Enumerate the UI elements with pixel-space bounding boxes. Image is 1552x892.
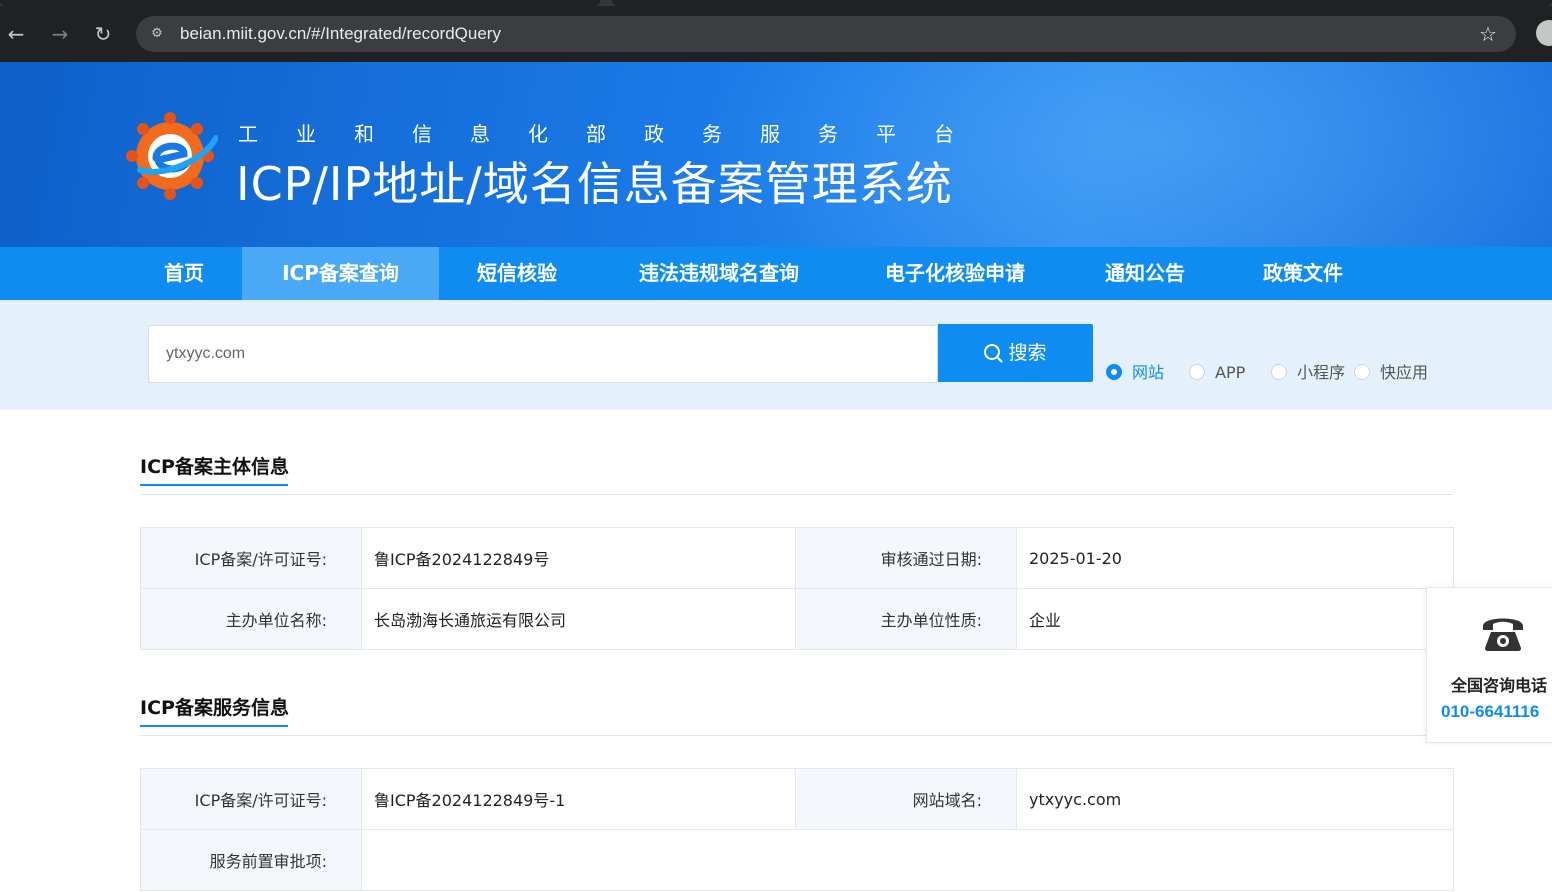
value-approval-date: 2025-01-20 — [1016, 527, 1454, 589]
profile-avatar[interactable] — [1536, 20, 1552, 46]
radio-quick-app[interactable]: 快应用 — [1354, 362, 1428, 384]
radio-quick-app-label: 快应用 — [1380, 363, 1429, 382]
browser-tab-active[interactable] — [0, 0, 600, 6]
search-button-label: 搜索 — [1008, 342, 1047, 364]
label-pre-approval-items: 服务前置审批项: — [140, 829, 362, 891]
back-arrow-icon[interactable]: ← — [2, 20, 30, 48]
radio-app-label: APP — [1215, 363, 1246, 382]
value-organizer-name: 长岛渤海长通旅运有限公司 — [361, 588, 796, 650]
nav-sms-verify[interactable]: 短信核验 — [439, 247, 595, 300]
search-area: ytxyyc.com 搜索 网站 APP 小程序 快应用 — [0, 300, 1552, 410]
value-service-license-number: 鲁ICP备2024122849号-1 — [361, 768, 796, 830]
tab-strip — [0, 0, 1552, 6]
radio-dot[interactable] — [1271, 364, 1287, 380]
consult-phone-number[interactable]: 010-6641116 — [1441, 702, 1539, 722]
radio-dot[interactable] — [1354, 364, 1370, 380]
label-license-number: ICP备案/许可证号: — [140, 527, 362, 589]
service-info-table: ICP备案/许可证号: 鲁ICP备2024122849号-1 网站域名: ytx… — [140, 768, 1454, 891]
table-row: 服务前置审批项: — [140, 829, 1454, 891]
banner-title: ICP/IP地址/域名信息备案管理系统 — [236, 157, 953, 211]
site-info-icon[interactable]: ⚙ — [148, 25, 166, 43]
radio-website[interactable]: 网站 — [1106, 362, 1164, 384]
main-nav: 首页 ICP备案查询 短信核验 违法违规域名查询 电子化核验申请 通知公告 政策… — [0, 247, 1552, 300]
banner-subtitle: 工业和信息化部政务服务平台 — [238, 122, 992, 146]
search-input[interactable]: ytxyyc.com — [148, 325, 938, 383]
consult-title: 全国咨询电话 — [1451, 676, 1548, 695]
service-section-underline — [140, 725, 288, 727]
value-organizer-type: 企业 — [1016, 588, 1454, 650]
address-bar[interactable]: ⚙ beian.miit.gov.cn/#/Integrated/recordQ… — [136, 16, 1516, 52]
consult-hotline-panel[interactable]: 全国咨询电话 010-6641116 — [1426, 587, 1552, 743]
table-row: 主办单位名称: 长岛渤海长通旅运有限公司 主办单位性质: 企业 — [140, 588, 1454, 650]
forward-arrow-icon[interactable]: → — [46, 20, 74, 48]
radio-dot-checked[interactable] — [1106, 364, 1122, 380]
label-organizer-type: 主办单位性质: — [795, 588, 1017, 650]
nav-illegal-domain-query[interactable]: 违法违规域名查询 — [600, 247, 838, 300]
value-pre-approval-items — [361, 829, 1454, 891]
radio-mini-program[interactable]: 小程序 — [1271, 362, 1345, 384]
search-icon — [984, 344, 1001, 360]
browser-chrome: ← → ↻ ⚙ beian.miit.gov.cn/#/Integrated/r… — [0, 0, 1552, 62]
browser-tab[interactable] — [612, 0, 1552, 6]
label-service-license-number: ICP备案/许可证号: — [140, 768, 362, 830]
entity-info-table: ICP备案/许可证号: 鲁ICP备2024122849号 审核通过日期: 202… — [140, 527, 1454, 650]
entity-section-underline — [140, 484, 288, 486]
service-section-title: ICP备案服务信息 — [140, 697, 289, 719]
section-divider — [140, 735, 1453, 736]
nav-notices[interactable]: 通知公告 — [1068, 247, 1222, 300]
entity-section-title: ICP备案主体信息 — [140, 456, 289, 478]
value-website-domain: ytxyyc.com — [1016, 768, 1454, 830]
nav-electronic-verify[interactable]: 电子化核验申请 — [850, 247, 1060, 300]
radio-mini-program-label: 小程序 — [1297, 363, 1346, 382]
address-url[interactable]: beian.miit.gov.cn/#/Integrated/recordQue… — [180, 16, 501, 52]
reload-icon[interactable]: ↻ — [89, 20, 117, 48]
nav-home[interactable]: 首页 — [128, 247, 240, 300]
section-divider — [140, 494, 1453, 495]
bookmark-star-icon[interactable]: ☆ — [1476, 22, 1500, 46]
radio-app[interactable]: APP — [1189, 362, 1245, 384]
label-approval-date: 审核通过日期: — [795, 527, 1017, 589]
value-license-number: 鲁ICP备2024122849号 — [361, 527, 796, 589]
table-row: ICP备案/许可证号: 鲁ICP备2024122849号-1 网站域名: ytx… — [140, 768, 1454, 830]
radio-dot[interactable] — [1189, 364, 1205, 380]
miit-logo-icon — [126, 112, 218, 200]
label-website-domain: 网站域名: — [795, 768, 1017, 830]
label-organizer-name: 主办单位名称: — [140, 588, 362, 650]
table-row: ICP备案/许可证号: 鲁ICP备2024122849号 审核通过日期: 202… — [140, 527, 1454, 589]
nav-policy-docs[interactable]: 政策文件 — [1226, 247, 1380, 300]
nav-icp-query[interactable]: ICP备案查询 — [242, 247, 439, 300]
radio-website-label: 网站 — [1132, 363, 1165, 382]
telephone-icon — [1483, 618, 1523, 651]
search-button[interactable]: 搜索 — [938, 324, 1093, 382]
header-banner: 工业和信息化部政务服务平台 ICP/IP地址/域名信息备案管理系统 — [0, 62, 1552, 247]
